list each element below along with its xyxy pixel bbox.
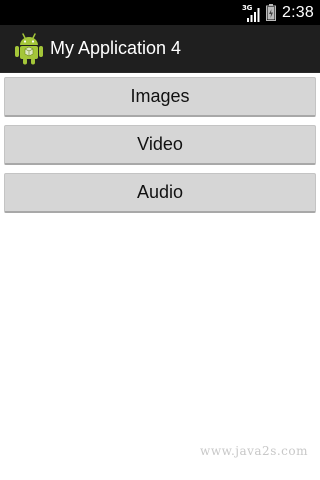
audio-button[interactable]: Audio — [4, 173, 316, 213]
app-screen: 3G 2:38 My Application 4 Images Video Au… — [0, 0, 320, 480]
battery-icon — [266, 4, 277, 21]
images-button[interactable]: Images — [4, 77, 316, 117]
battery-indicator — [266, 4, 277, 21]
status-bar: 3G 2:38 — [0, 0, 320, 25]
android-robot-icon[interactable] — [14, 32, 44, 65]
status-clock: 2:38 — [282, 3, 314, 21]
status-icons: 3G 2:38 — [242, 0, 314, 25]
video-button[interactable]: Video — [4, 125, 316, 165]
app-title: My Application 4 — [50, 38, 182, 58]
action-bar: My Application 4 — [0, 25, 320, 73]
signal-indicator: 3G — [242, 3, 262, 23]
signal-icon — [247, 7, 260, 22]
watermark: www.java2s.com — [200, 444, 308, 458]
